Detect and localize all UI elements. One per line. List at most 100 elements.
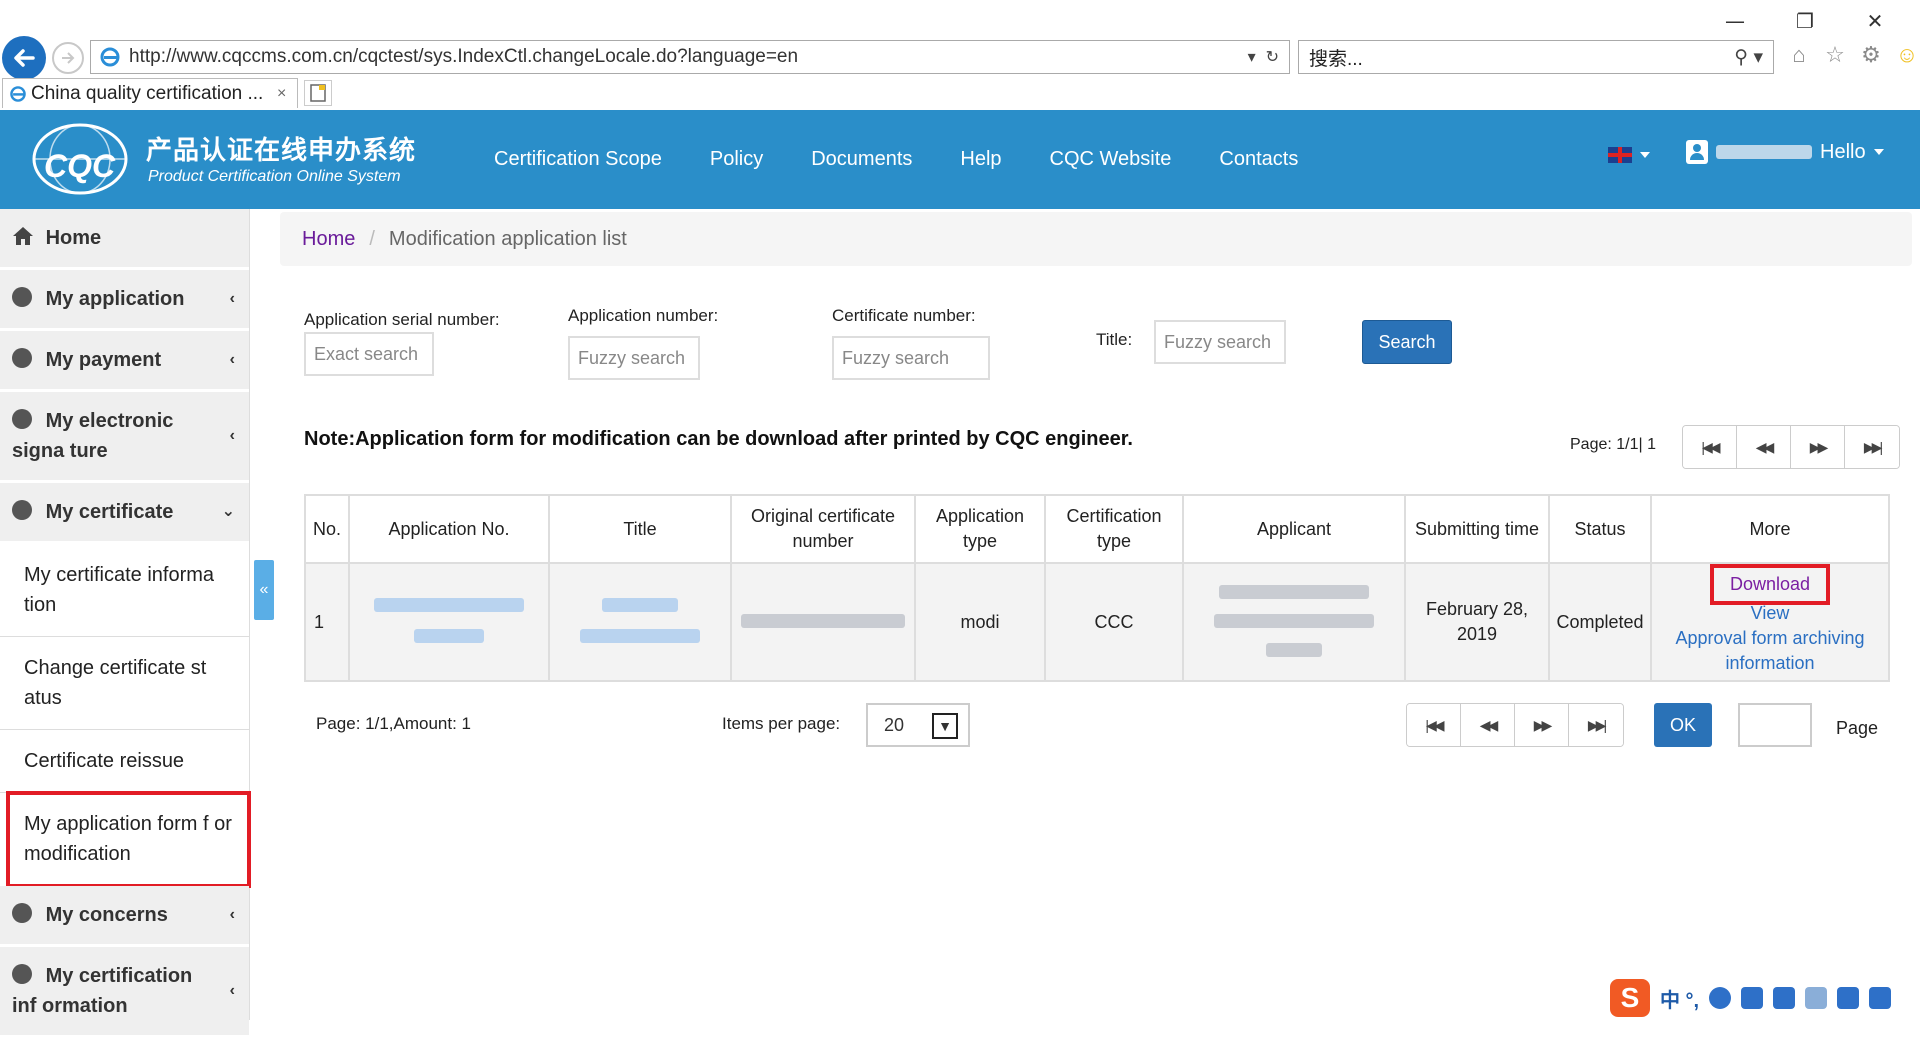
dropdown-icon[interactable]: ▾ [1248,47,1256,67]
go-page-ok-button[interactable]: OK [1654,703,1712,747]
next-page-button[interactable]: ▶▶ [1791,426,1845,468]
serial-number-input[interactable]: Exact search [304,332,434,376]
chevron-left-icon: ‹ [229,906,235,923]
nav-policy[interactable]: Policy [710,148,763,171]
next-page-button[interactable]: ▶▶ [1515,704,1569,746]
nav-certification-scope[interactable]: Certification Scope [494,148,662,171]
sidebar-item-my-application[interactable]: My application ‹ [0,270,249,331]
language-selector[interactable] [1608,147,1650,163]
last-page-button[interactable]: ▶▶| [1845,426,1899,468]
arrow-left-icon [14,49,35,67]
browser-tab[interactable]: China quality certification ... × [2,78,298,108]
sidebar-item-my-concerns[interactable]: My concerns ‹ [0,886,249,947]
items-per-page-label: Items per page: [722,714,841,733]
browser-search-input[interactable]: 搜索... ⚲ ▾ [1298,40,1774,74]
sidebar-item-home[interactable]: Home [0,209,249,270]
col-title: Title [548,494,732,564]
user-icon[interactable] [1805,987,1828,1009]
globe-icon [12,500,32,520]
sidebar-item-my-certificate[interactable]: My certificate ⌄ [0,483,249,544]
last-page-button[interactable]: ▶▶| [1569,704,1623,746]
certificate-number-input[interactable]: Fuzzy search [832,336,990,380]
home-icon [13,227,33,245]
globe-icon [12,409,32,429]
breadcrumb: Home / Modification application list [280,212,1912,266]
chevron-left-icon: ‹ [229,427,235,444]
sidebar-item-my-certification-information[interactable]: My certification inf ormation ‹ [0,947,249,1038]
close-window-button[interactable]: ✕ [1840,8,1910,34]
cell-applicant [1182,562,1406,682]
modification-note: Note:Application form for modification c… [304,428,1133,450]
grid-menu-icon[interactable] [1869,987,1892,1009]
serial-number-label: Application serial number: [304,310,500,329]
certificate-number-label: Certificate number: [832,306,976,325]
page-indicator-top: Page: 1/1| 1 [1570,436,1656,453]
cell-more: Download View Approval form archiving in… [1650,562,1890,682]
search-icon[interactable]: ⚲ ▾ [1734,46,1773,69]
keyboard-icon[interactable] [1773,987,1796,1009]
prev-page-button[interactable]: ◀◀ [1461,704,1515,746]
address-bar[interactable]: http://www.cqccms.com.cn/cqctest/sys.Ind… [90,40,1290,74]
download-link[interactable]: Download [1709,564,1831,605]
title-input[interactable]: Fuzzy search [1154,320,1286,364]
sidebar-sub-certificate-reissue[interactable]: Certificate reissue [0,730,249,793]
nav-contacts[interactable]: Contacts [1219,148,1298,171]
page-number-input[interactable] [1738,703,1812,747]
cell-certification-type: CCC [1044,562,1184,682]
cell-application-type: modi [914,562,1046,682]
sidebar-sub-change-certificate-status[interactable]: Change certificate st atus [0,637,249,730]
cell-status: Completed [1548,562,1652,682]
cell-application-no[interactable] [348,562,550,682]
new-tab-button[interactable] [304,80,332,106]
back-button[interactable] [2,36,46,80]
microphone-icon[interactable] [1741,987,1764,1009]
ie-logo-icon [100,47,120,67]
emoji-icon[interactable] [1709,987,1732,1009]
gear-icon[interactable]: ⚙ [1858,42,1884,68]
restore-button[interactable]: ❐ [1770,8,1840,34]
search-placeholder: 搜索... [1309,48,1363,70]
pager-bottom: |◀◀ ◀◀ ▶▶ ▶▶| [1406,703,1624,747]
sidebar-sub-certificate-information[interactable]: My certificate informa tion [0,544,249,637]
brand-title-en: Product Certification Online System [148,168,401,185]
nav-documents[interactable]: Documents [811,148,912,171]
window-controls: — ❐ ✕ [1700,8,1910,34]
items-per-page-select[interactable]: 20 ▼ [866,703,970,747]
first-page-button[interactable]: |◀◀ [1407,704,1461,746]
cell-title[interactable] [548,562,732,682]
table-header-row: No. Application No. Title Original certi… [304,494,1890,564]
sidebar-item-label: My certification inf ormation [12,965,193,1017]
browser-toolbar: ⌂ ☆ ⚙ ☺ [1786,42,1920,68]
search-button[interactable]: Search [1362,320,1452,364]
prev-page-button[interactable]: ◀◀ [1737,426,1791,468]
redacted-text [374,598,524,612]
close-tab-icon[interactable]: × [277,85,297,103]
sidebar-item-my-electronic-signature[interactable]: My electronic signa ture ‹ [0,392,249,483]
nav-cqc-website[interactable]: CQC Website [1050,148,1172,171]
sidebar-sub-application-form-modification[interactable]: My application form f or modification [6,791,251,888]
application-number-input[interactable]: Fuzzy search [568,336,700,380]
favorites-star-icon[interactable]: ☆ [1822,42,1848,68]
view-link[interactable]: View [1751,603,1790,623]
ime-language-toggle[interactable]: 中 °, [1660,984,1699,1013]
sidebar-item-my-payment[interactable]: My payment ‹ [0,331,249,392]
breadcrumb-home-link[interactable]: Home [302,228,355,251]
skin-shirt-icon[interactable] [1837,987,1860,1009]
minimize-button[interactable]: — [1700,8,1770,34]
smiley-icon[interactable]: ☺ [1894,42,1920,68]
first-page-button[interactable]: |◀◀ [1683,426,1737,468]
col-application-no: Application No. [348,494,550,564]
col-status: Status [1548,494,1652,564]
globe-icon [12,903,32,923]
user-menu[interactable]: Hello [1686,140,1884,164]
nav-help[interactable]: Help [960,148,1001,171]
refresh-icon[interactable]: ↻ [1266,47,1279,67]
redacted-text [580,629,700,643]
table-row: 1 modi CCC February 28, 2019 Completed D… [304,562,1890,682]
approval-archive-link[interactable]: Approval form archiving information [1675,628,1864,673]
forward-button[interactable] [52,42,84,74]
sogou-logo-icon[interactable]: S [1610,979,1650,1017]
url-text: http://www.cqccms.com.cn/cqctest/sys.Ind… [129,46,799,67]
home-icon[interactable]: ⌂ [1786,42,1812,68]
sidebar-collapse-handle[interactable]: « [254,560,274,620]
